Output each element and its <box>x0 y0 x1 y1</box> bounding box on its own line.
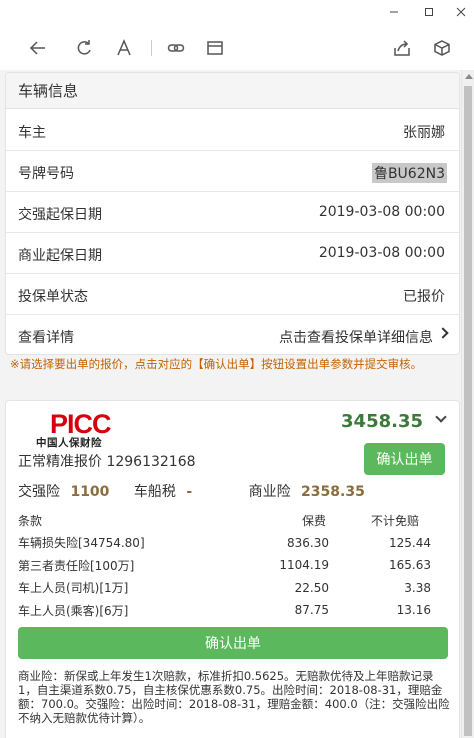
vehicle-info-card: 车辆信息 车主 张丽娜 号牌号码 鲁BU62N3 交强起保日期 2019-03-… <box>5 72 460 355</box>
toolbar-divider <box>151 40 152 56</box>
info-label: 投保单状态 <box>18 289 88 305</box>
table-cell: 第三者责任险[100万] <box>18 558 135 573</box>
info-row-jq-date: 交强起保日期 2019-03-08 00:00 <box>6 192 459 233</box>
table-cell: 车辆损失险[34754.80] <box>18 536 145 551</box>
info-label: 交强起保日期 <box>18 207 102 223</box>
quote-type-label: 正常精准报价 <box>18 454 102 470</box>
table-cell: 22.50 <box>294 580 329 595</box>
table-cell: 车上人员(乘客)[6万] <box>18 603 129 618</box>
vertical-scrollbar[interactable] <box>461 70 474 738</box>
table-cell: 13.16 <box>396 603 431 618</box>
table-header-row: 条款 保费 不计免赔 <box>18 509 449 532</box>
table-cell: 836.30 <box>287 535 329 550</box>
total-price: 3458.35 <box>341 411 423 432</box>
close-icon[interactable] <box>451 2 471 22</box>
table-cell: 3.38 <box>404 580 431 595</box>
info-row-plate: 号牌号码 鲁BU62N3 <box>6 151 459 192</box>
vehicle-info-title: 车辆信息 <box>6 73 459 109</box>
table-cell: 165.63 <box>389 558 431 573</box>
table-cell: 车上人员(司机)[1万] <box>18 581 129 596</box>
page-content: 车辆信息 车主 张丽娜 号牌号码 鲁BU62N3 交强起保日期 2019-03-… <box>0 70 461 738</box>
refresh-icon[interactable] <box>72 36 96 60</box>
logo-cn: 中国人保财险 <box>36 437 102 449</box>
info-value: 2019-03-08 00:00 <box>318 245 445 261</box>
confirm-issue-button[interactable]: 确认出单 <box>364 443 445 475</box>
table-cell: 87.75 <box>294 603 329 618</box>
ccs-label: 车船税 <box>133 484 176 500</box>
quote-number: 1296132168 <box>106 454 196 470</box>
minimize-icon[interactable] <box>384 2 404 22</box>
quote-card: PICC 中国人保财险 3458.35 确认出单 正常精准报价 12961321… <box>5 400 460 738</box>
table-row: 车辆损失险[34754.80] 836.30 125.44 <box>18 532 449 555</box>
quote-type: 正常精准报价 1296132168 <box>18 451 196 471</box>
table-header: 条款 <box>18 513 43 528</box>
back-arrow-icon[interactable] <box>26 36 50 60</box>
info-value: 2019-03-08 00:00 <box>318 204 445 220</box>
info-label: 商业起保日期 <box>18 248 102 264</box>
table-header: 不计免赔 <box>370 513 419 528</box>
details-link[interactable]: 点击查看投保单详细信息 <box>279 327 433 347</box>
info-label: 号牌号码 <box>18 166 74 182</box>
table-row: 车上人员(司机)[1万] 22.50 3.38 <box>18 577 449 600</box>
info-label: 查看详情 <box>18 330 74 346</box>
coverage-table: 条款 保费 不计免赔 车辆损失险[34754.80] 836.30 125.44… <box>18 509 449 622</box>
sy-value: 2358.35 <box>301 484 365 500</box>
info-row-status: 投保单状态 已报价 <box>6 274 459 315</box>
jq-value: 1100 <box>70 484 110 500</box>
info-row-sy-date: 商业起保日期 2019-03-08 00:00 <box>6 233 459 274</box>
maximize-icon[interactable] <box>419 2 439 22</box>
table-cell: 125.44 <box>389 535 431 550</box>
table-cell: 1104.19 <box>279 558 329 573</box>
font-icon[interactable] <box>112 36 136 60</box>
jq-label: 交强险 <box>18 484 60 500</box>
window-titlebar <box>0 0 474 24</box>
info-value: 张丽娜 <box>403 125 445 141</box>
chevron-right-icon[interactable] <box>437 327 449 339</box>
browser-toolbar <box>0 24 474 70</box>
info-row-owner: 车主 张丽娜 <box>6 110 459 151</box>
picc-logo: PICC 中国人保财险 <box>36 409 126 449</box>
table-row: 第三者责任险[100万] 1104.19 165.63 <box>18 554 449 577</box>
chevron-down-icon[interactable] <box>435 411 447 423</box>
fee-summary: 交强险 1100 车船税 - 商业险 2358.35 <box>18 481 365 501</box>
ccs-value: - <box>186 484 193 500</box>
table-row: 车上人员(乘客)[6万] 87.75 13.16 <box>18 599 449 622</box>
table-header: 保费 <box>301 513 326 528</box>
link-icon[interactable] <box>164 36 188 60</box>
cube-icon[interactable] <box>430 36 454 60</box>
info-row-details[interactable]: 查看详情 点击查看投保单详细信息 <box>6 315 459 356</box>
window-icon[interactable] <box>203 36 227 60</box>
notice-text: ※请选择要出单的报价，点击对应的【确认出单】按钮设置出单参数并提交审核。 <box>10 357 423 371</box>
info-label: 车主 <box>18 125 46 141</box>
sy-label: 商业险 <box>248 484 291 500</box>
info-value-selected[interactable]: 鲁BU62N3 <box>371 163 447 183</box>
underwriting-note: 商业险：新保或上年发生1次赔款，标准折扣0.5625。无赔款优待及上年赔款记录1… <box>18 669 450 725</box>
status-value: 已报价 <box>403 289 445 305</box>
share-icon[interactable] <box>390 36 414 60</box>
scroll-up-icon[interactable] <box>465 74 473 79</box>
scrollbar-thumb[interactable] <box>464 86 472 736</box>
confirm-issue-wide-button[interactable]: 确认出单 <box>18 627 448 659</box>
